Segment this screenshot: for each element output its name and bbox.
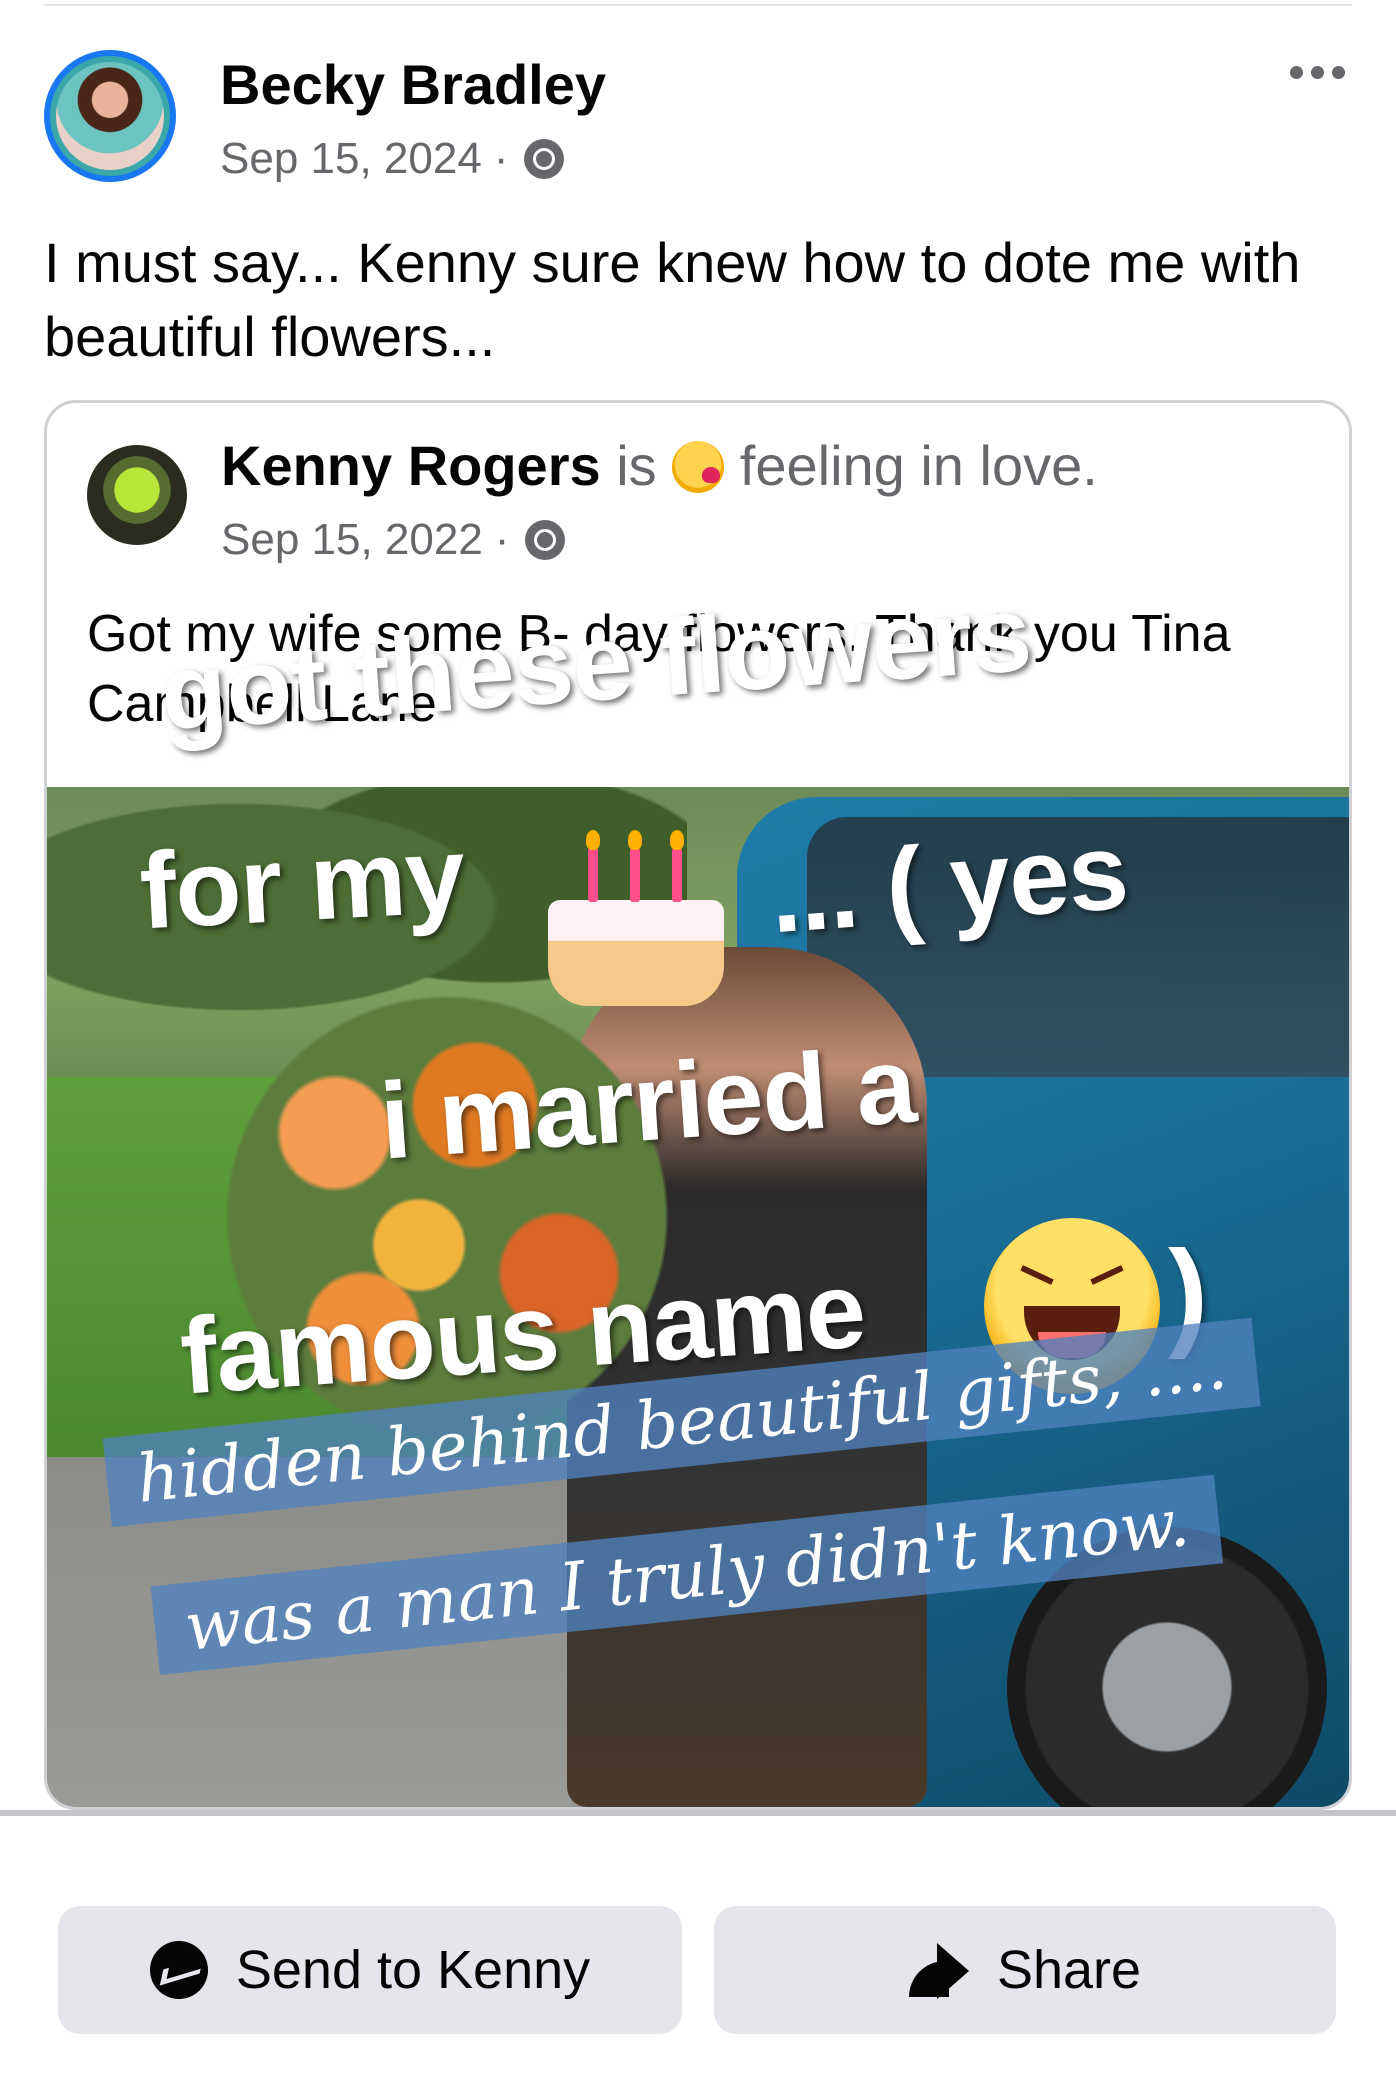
birthday-cake-icon	[548, 830, 724, 1006]
shared-date[interactable]: Sep 15, 2022	[221, 515, 483, 565]
send-to-kenny-button[interactable]: Send to Kenny	[58, 1906, 682, 2034]
is-word: is	[616, 434, 657, 497]
overlay-line-2a: for my	[137, 813, 468, 952]
globe-icon	[525, 520, 566, 560]
post-meta: Sep 15, 2024 ·	[220, 134, 565, 184]
author-avatar[interactable]	[44, 50, 176, 182]
actions-divider	[0, 1810, 1396, 1816]
dot-icon	[1332, 66, 1345, 79]
messenger-icon	[149, 1941, 208, 1999]
dot-icon	[1290, 66, 1303, 79]
dot-icon	[1311, 66, 1324, 79]
smiling-face-with-hearts-icon	[672, 441, 725, 493]
share-icon	[908, 1943, 969, 1999]
overlay-line-2b: ... ( yes	[766, 809, 1131, 956]
feeling-text: feeling in love.	[739, 434, 1098, 497]
globe-icon	[524, 139, 565, 179]
shared-author[interactable]: Kenny Rogers	[221, 434, 601, 497]
top-divider	[44, 4, 1352, 6]
send-label: Send to Kenny	[235, 1940, 591, 2000]
share-label: Share	[996, 1940, 1142, 2000]
post-author[interactable]: Becky Bradley	[220, 52, 606, 117]
meta-separator: ·	[494, 515, 510, 564]
post-date[interactable]: Sep 15, 2024	[220, 134, 482, 184]
post-text: I must say... Kenny sure knew how to dot…	[44, 231, 1301, 368]
share-button[interactable]: Share	[714, 1906, 1336, 2034]
more-options-button[interactable]	[1290, 66, 1345, 79]
shared-author-line: Kenny Rogers is feeling in love.	[221, 433, 1098, 498]
shared-meta: Sep 15, 2022 ·	[221, 515, 566, 565]
shared-author-avatar[interactable]	[87, 445, 187, 545]
meta-separator: ·	[493, 134, 509, 183]
